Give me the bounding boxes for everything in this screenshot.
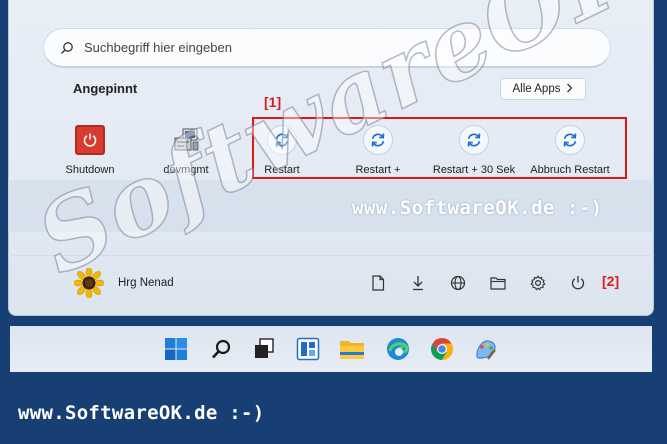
annotation-marker-2: [2] <box>602 273 620 289</box>
search-icon <box>60 41 74 55</box>
user-bar: Hrg Nenad <box>8 255 654 315</box>
sunflower-avatar[interactable] <box>73 267 105 299</box>
pinned-app-restart-plus[interactable]: Restart + <box>338 124 418 176</box>
file-explorer-icon[interactable] <box>488 273 508 293</box>
all-apps-button[interactable]: Alle Apps <box>500 78 586 100</box>
search-input[interactable]: Suchbegriff hier eingeben <box>84 40 232 55</box>
pinned-app-shutdown[interactable]: Shutdown <box>50 124 130 176</box>
pinned-app-label: Restart + <box>355 164 401 176</box>
pinned-app-label: Shutdown <box>65 164 115 176</box>
search-icon[interactable] <box>208 335 236 363</box>
task-view-icon[interactable] <box>250 335 278 363</box>
network-icon[interactable] <box>448 273 468 293</box>
power-icon[interactable] <box>568 273 588 293</box>
settings-icon[interactable] <box>528 273 548 293</box>
restart-icon <box>459 125 489 155</box>
search-box[interactable]: Suchbegriff hier eingeben <box>43 28 611 68</box>
pinned-app-devmgmt[interactable]: devmgmt <box>146 124 226 176</box>
shutdown-icon <box>75 125 105 155</box>
pinned-app-restart-30[interactable]: Restart + 30 Sek <box>432 124 516 176</box>
widgets-icon[interactable] <box>294 335 322 363</box>
restart-icon <box>267 125 297 155</box>
document-icon[interactable] <box>368 273 388 293</box>
chevron-right-icon <box>566 83 573 96</box>
download-icon[interactable] <box>408 273 428 293</box>
user-name[interactable]: Hrg Nenad <box>118 277 174 289</box>
restart-icon <box>555 125 585 155</box>
file-explorer-icon[interactable] <box>338 335 366 363</box>
all-apps-label: Alle Apps <box>512 83 561 95</box>
pinned-heading: Angepinnt <box>73 81 138 96</box>
restart-icon <box>363 125 393 155</box>
windows-start-icon[interactable] <box>162 335 190 363</box>
pinned-app-label: devmgmt <box>163 164 209 176</box>
taskbar <box>10 326 652 372</box>
watermark-url-footer: www.SoftwareOK.de :-) <box>18 402 265 424</box>
pinned-app-restart[interactable]: Restart <box>242 124 322 176</box>
pinned-app-label: Restart <box>264 164 300 176</box>
edge-icon[interactable] <box>384 335 412 363</box>
annotation-marker-1: [1] <box>264 94 282 110</box>
device-manager-icon <box>170 124 202 156</box>
pinned-app-abort-restart[interactable]: Abbruch Restart <box>530 124 610 176</box>
paint-icon[interactable] <box>472 335 500 363</box>
watermark-url-mid: www.SoftwareOK.de :-) <box>352 197 603 219</box>
chrome-icon[interactable] <box>428 335 456 363</box>
pinned-app-label: Restart + 30 Sek <box>432 164 516 176</box>
pinned-app-label: Abbruch Restart <box>530 164 610 176</box>
